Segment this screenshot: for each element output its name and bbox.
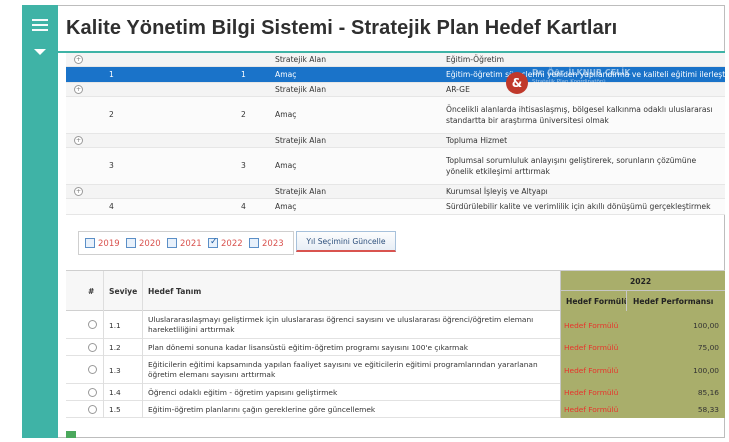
row-definition: Eğitim-öğretim planlarını çağın gerekler… [148, 405, 376, 414]
col-level[interactable]: Seviye [109, 287, 137, 296]
row-performance: 85,16 [697, 388, 719, 397]
row-definition: Uluslararasılaşmayı geliştirmek için ulu… [148, 315, 534, 334]
row-type: Stratejik Alan [275, 85, 327, 94]
formula-header: Hedef Formülü [560, 291, 629, 311]
watermark-role: Stratejik Plan Koordinatörü [532, 79, 606, 85]
logo-badge-icon: & [506, 72, 528, 94]
row-radio[interactable] [88, 365, 97, 374]
watermark-name: Dr. Öğr. İLKNUR ÇELİK [532, 68, 631, 77]
checkbox-icon[interactable] [85, 238, 95, 248]
col-hash: # [88, 287, 95, 296]
row-no: 2 [109, 110, 114, 119]
sidebar [22, 5, 58, 438]
row-type: Amaç [275, 202, 297, 211]
row-definition: Öğrenci odaklı eğitim - öğretim yapısını… [148, 388, 338, 397]
row-seq: 4 [241, 202, 246, 211]
row-performance: 100,00 [693, 321, 719, 330]
checkbox-icon[interactable] [126, 238, 136, 248]
year-checkbox-2021[interactable]: 2021 [167, 238, 202, 250]
table-row[interactable]: 1.3 Eğiticilerin eğitimi kapsamında yapı… [66, 356, 725, 384]
year-checkbox-2022[interactable]: 2022 [208, 236, 243, 250]
grid-row-goal[interactable]: 4 4 Amaç Sürdürülebilir kalite ve veriml… [66, 199, 725, 215]
row-radio[interactable] [88, 405, 97, 414]
targets-header: # Seviye Hedef Tanım 2022 Hedef Formülü … [66, 271, 725, 311]
col-year: 2022 [630, 277, 652, 286]
row-type: Amaç [275, 110, 297, 119]
table-row[interactable]: 1.1 Uluslararasılaşmayı geliştirmek için… [66, 311, 725, 339]
performance-header: Hedef Performansı [626, 291, 725, 311]
row-no: 1 [109, 70, 114, 79]
grid-row-goal[interactable]: 2 2 Amaç Öncelikli alanlarda ihtisaslaşm… [66, 97, 725, 134]
row-performance: 75,00 [697, 343, 719, 352]
formula-link[interactable]: Hedef Formülü [564, 321, 618, 330]
formula-link[interactable]: Hedef Formülü [564, 388, 618, 397]
table-row[interactable]: 1.4 Öğrenci odaklı eğitim - öğretim yapı… [66, 384, 725, 401]
col-formula[interactable]: Hedef Formülü [566, 297, 629, 306]
expand-icon[interactable]: + [74, 136, 83, 145]
formula-link[interactable]: Hedef Formülü [564, 366, 618, 375]
row-performance: 58,33 [697, 405, 719, 414]
row-level: 1.2 [109, 343, 121, 352]
row-no: 3 [109, 161, 114, 170]
year-selector: 2019 2020 2021 2022 2023 [78, 231, 294, 255]
row-radio[interactable] [88, 343, 97, 352]
row-type: Amaç [275, 70, 297, 79]
row-radio[interactable] [88, 388, 97, 397]
menu-icon[interactable] [32, 19, 48, 37]
year-group-header: 2022 [560, 271, 725, 291]
year-checkbox-2020[interactable]: 2020 [126, 238, 161, 250]
expand-icon[interactable]: + [74, 187, 83, 196]
row-performance: 100,00 [693, 366, 719, 375]
checkbox-icon[interactable] [249, 238, 259, 248]
row-type: Stratejik Alan [275, 55, 327, 64]
col-definition[interactable]: Hedef Tanım [148, 287, 201, 296]
grid-row-goal[interactable]: 3 3 Amaç Toplumsal sorumluluk anlayışını… [66, 148, 725, 185]
row-text: Öncelikli alanlarda ihtisaslaşmış, bölge… [446, 105, 713, 125]
table-row[interactable]: 1.5 Eğitim-öğretim planlarını çağın gere… [66, 401, 725, 418]
row-level: 1.1 [109, 321, 121, 330]
row-definition: Eğiticilerin eğitimi kapsamında yapılan … [148, 360, 538, 379]
expand-icon[interactable]: + [74, 85, 83, 94]
row-text: Toplumsal sorumluluk anlayışını geliştir… [446, 156, 697, 176]
user-watermark: & Dr. Öğr. İLKNUR ÇELİK Stratejik Plan K… [438, 64, 708, 94]
row-level: 1.4 [109, 388, 121, 397]
formula-link[interactable]: Hedef Formülü [564, 405, 618, 414]
row-type: Amaç [275, 161, 297, 170]
row-no: 4 [109, 202, 114, 211]
row-level: 1.5 [109, 405, 121, 414]
row-type: Stratejik Alan [275, 187, 327, 196]
checkbox-icon[interactable] [167, 238, 177, 248]
col-performance[interactable]: Hedef Performansı [633, 297, 713, 306]
row-seq: 1 [241, 70, 246, 79]
row-seq: 3 [241, 161, 246, 170]
row-level: 1.3 [109, 366, 121, 375]
table-row[interactable]: 1.2 Plan dönemi sonuna kadar lisansüstü … [66, 339, 725, 356]
year-checkbox-2019[interactable]: 2019 [85, 238, 120, 250]
grid-row-area[interactable]: + Stratejik Alan Kurumsal İşleyiş ve Alt… [66, 185, 725, 199]
row-text: Topluma Hizmet [446, 136, 508, 145]
page-title: Kalite Yönetim Bilgi Sistemi - Stratejik… [66, 17, 618, 39]
row-radio[interactable] [88, 320, 97, 329]
expand-icon[interactable]: + [74, 55, 83, 64]
status-indicator [66, 431, 76, 438]
row-seq: 2 [241, 110, 246, 119]
grid-row-area[interactable]: + Stratejik Alan Topluma Hizmet [66, 134, 725, 148]
row-text: Kurumsal İşleyiş ve Altyapı [446, 187, 548, 196]
row-definition: Plan dönemi sonuna kadar lisansüstü eğit… [148, 343, 469, 352]
update-year-button[interactable]: Yıl Seçimini Güncelle [296, 231, 396, 252]
formula-link[interactable]: Hedef Formülü [564, 343, 618, 352]
row-text: Sürdürülebilir kalite ve verimlilik için… [446, 202, 711, 211]
checkbox-checked-icon[interactable] [208, 236, 218, 248]
targets-grid: # Seviye Hedef Tanım 2022 Hedef Formülü … [66, 270, 725, 438]
year-checkbox-2023[interactable]: 2023 [249, 238, 284, 250]
sidebar-pointer-icon [34, 49, 46, 55]
row-type: Stratejik Alan [275, 136, 327, 145]
